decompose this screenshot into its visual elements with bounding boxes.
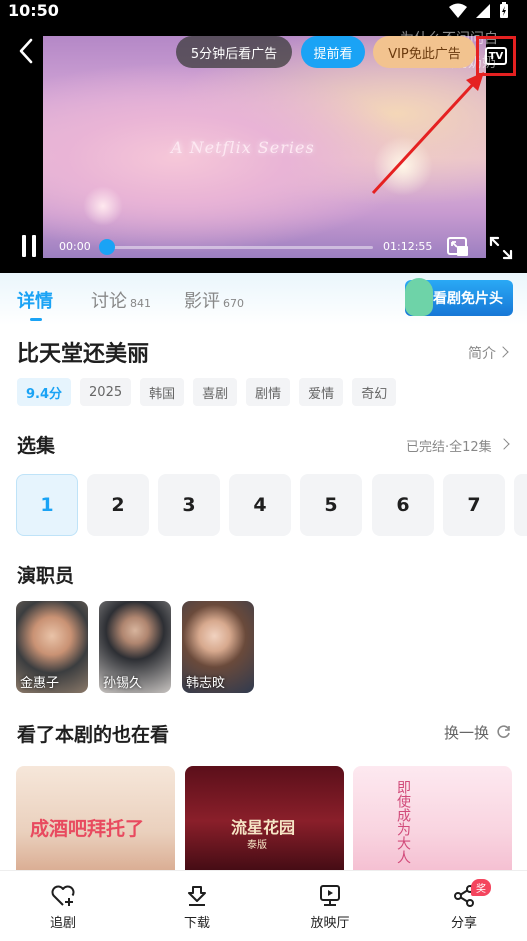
- video-player[interactable]: A Netflix Series 10:50 为什么不问问自 蛋奶奶奶 5分钟后…: [0, 0, 527, 273]
- tv-icon: TV: [485, 47, 507, 65]
- light-glow-2: [83, 186, 123, 226]
- fullscreen-icon[interactable]: [488, 235, 514, 261]
- current-time: 00:00: [59, 240, 91, 253]
- screening-room-button[interactable]: 放映厅: [300, 884, 360, 931]
- signal-icon: [476, 3, 490, 18]
- screen-icon: [320, 885, 340, 906]
- player-controls: 00:00 01:12:55: [0, 226, 527, 268]
- progress-knob[interactable]: [99, 239, 115, 255]
- video-overlay-text: A Netflix Series: [171, 138, 315, 157]
- intro-link[interactable]: 简介: [468, 343, 496, 363]
- episode-button[interactable]: 2: [87, 474, 149, 536]
- download-button[interactable]: 下载: [167, 884, 227, 931]
- show-title: 比天堂还美丽: [17, 342, 150, 367]
- reward-badge: 奖: [471, 879, 491, 896]
- cast-card[interactable]: 韩志旼: [182, 601, 254, 693]
- episodes-status-link[interactable]: 已完结·全12集: [406, 436, 492, 455]
- ad-countdown-button[interactable]: 5分钟后看广告: [176, 36, 292, 68]
- episode-button[interactable]: 7: [443, 474, 505, 536]
- episode-button[interactable]: 6: [372, 474, 434, 536]
- genre-tag[interactable]: 奇幻: [352, 378, 397, 406]
- tab-count: 841: [130, 297, 151, 310]
- watch-ahead-button[interactable]: 提前看: [301, 36, 365, 68]
- tab-details[interactable]: 详情: [17, 287, 53, 313]
- episodes-title: 选集: [17, 435, 56, 457]
- battery-icon: [500, 2, 508, 18]
- download-icon: [188, 886, 206, 906]
- region-tag[interactable]: 韩国: [140, 378, 185, 406]
- promo-label: 看剧免片头: [433, 291, 503, 307]
- rating-tag: 9.4分: [17, 378, 72, 406]
- recommendations-title: 看了本剧的也在看: [17, 724, 170, 746]
- cast-card[interactable]: 孙锡久: [99, 601, 171, 693]
- picture-in-picture-icon[interactable]: [446, 235, 470, 259]
- tab-count: 670: [223, 297, 244, 310]
- episode-button[interactable]: 4: [229, 474, 291, 536]
- episodes-status: 已完结·全12集: [406, 440, 492, 455]
- status-icons: [449, 2, 509, 19]
- mascot-icon: [405, 278, 433, 316]
- video-frame[interactable]: A Netflix Series: [43, 36, 486, 258]
- tab-label: 详情: [17, 291, 53, 312]
- nav-label: 下载: [183, 916, 210, 931]
- episode-list: 1 2 3 4 5 6 7: [16, 474, 527, 536]
- status-time: 10:50: [8, 1, 59, 20]
- drama-detail-page: A Netflix Series 10:50 为什么不问问自 蛋奶奶奶 5分钟后…: [0, 0, 527, 941]
- intro-label: 简介: [468, 346, 496, 362]
- recommendation-overlay-text: 流星花园: [231, 818, 296, 837]
- cast-card[interactable]: 金惠子: [16, 601, 88, 693]
- status-bar: 10:50: [0, 0, 527, 24]
- follow-button[interactable]: 追剧: [33, 884, 93, 931]
- genre-tag[interactable]: 剧情: [246, 378, 291, 406]
- cast-title: 演职员: [17, 565, 75, 587]
- progress-bar[interactable]: [99, 246, 373, 249]
- recommendation-overlay-text: 成酒吧拜托了: [30, 818, 145, 840]
- wifi-icon: [449, 3, 467, 18]
- heart-plus-icon: [51, 885, 75, 906]
- nav-label: 分享: [450, 916, 477, 931]
- cast-name: 金惠子: [20, 676, 60, 691]
- refresh-icon: [497, 725, 510, 738]
- tab-underline: [30, 318, 42, 321]
- tab-discussion[interactable]: 讨论 841: [91, 287, 151, 313]
- episode-button[interactable]: 3: [158, 474, 220, 536]
- vip-no-ads-button[interactable]: VIP免此广告: [373, 36, 476, 68]
- refresh-button[interactable]: 换一换: [444, 722, 489, 743]
- cast-list: 金惠子 孙锡久 韩志旼: [16, 601, 254, 693]
- tab-reviews[interactable]: 影评 670: [184, 287, 244, 313]
- year-tag[interactable]: 2025: [80, 378, 132, 406]
- recommendation-card[interactable]: 即使成为大人: [353, 766, 512, 876]
- tv-cast-button[interactable]: TV: [476, 36, 516, 76]
- refresh-label: 换一换: [444, 724, 490, 742]
- cast-name: 孙锡久: [103, 676, 143, 691]
- recommendation-card[interactable]: 成酒吧拜托了: [16, 766, 175, 876]
- duration-time: 01:12:55: [383, 240, 433, 253]
- chevron-right-icon: [498, 438, 510, 450]
- tab-label: 讨论: [91, 291, 127, 312]
- pause-icon[interactable]: [19, 235, 39, 257]
- recommendation-subtitle: 泰版: [247, 840, 267, 851]
- episode-button[interactable]: 5: [300, 474, 362, 536]
- chevron-right-icon: [497, 346, 509, 358]
- light-glow: [373, 136, 433, 196]
- episode-button[interactable]: 1: [16, 474, 78, 536]
- episode-button-partial[interactable]: [514, 474, 527, 536]
- genre-tag[interactable]: 喜剧: [193, 378, 238, 406]
- recommendation-overlay-text: 即使成为大人: [395, 780, 411, 864]
- back-arrow-icon[interactable]: [14, 36, 40, 66]
- recommendation-card[interactable]: 流星花园 泰版: [185, 766, 344, 876]
- nav-label: 放映厅: [310, 916, 350, 931]
- show-tags: 9.4分 2025 韩国 喜剧 剧情 爱情 奇幻: [17, 378, 397, 406]
- tab-label: 影评: [184, 291, 220, 312]
- nav-label: 追剧: [49, 916, 76, 931]
- cast-name: 韩志旼: [186, 676, 226, 691]
- genre-tag[interactable]: 爱情: [299, 378, 344, 406]
- bottom-action-bar: 追剧 下载 放映厅 分享: [0, 870, 527, 941]
